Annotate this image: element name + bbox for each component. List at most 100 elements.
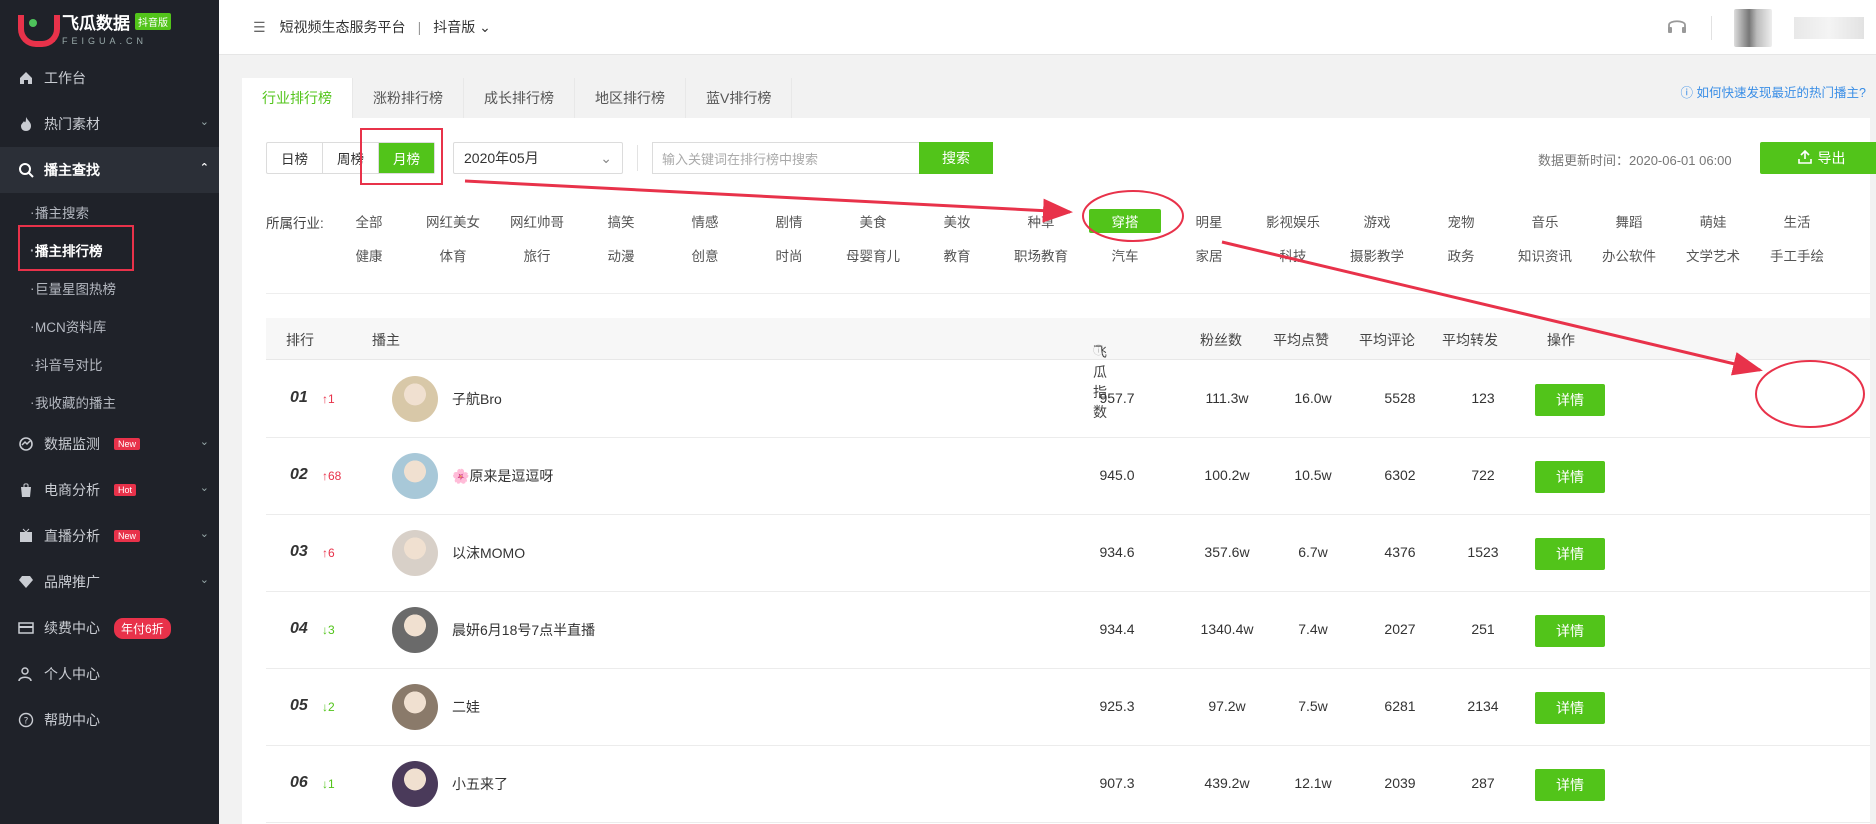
industry-option[interactable]: 汽车 bbox=[1083, 243, 1167, 267]
rank-number: 06 bbox=[290, 774, 308, 791]
detail-button[interactable]: 详情 bbox=[1535, 461, 1605, 493]
avatar[interactable] bbox=[392, 684, 438, 730]
industry-option[interactable]: 教育 bbox=[915, 243, 999, 267]
sidebar-item-ecommerce[interactable]: 电商分析 Hot ⌄ bbox=[0, 467, 219, 513]
industry-option[interactable]: 健康 bbox=[327, 243, 411, 267]
industry-option[interactable]: 政务 bbox=[1419, 243, 1503, 267]
menu-toggle-icon[interactable]: ☰ bbox=[253, 19, 266, 36]
industry-option[interactable]: 情感 bbox=[663, 209, 747, 233]
avatar[interactable] bbox=[392, 453, 438, 499]
industry-option[interactable]: 舞蹈 bbox=[1587, 209, 1671, 233]
sub-item-streamer-ranking[interactable]: 播主排行榜 bbox=[0, 231, 219, 269]
streamer-name[interactable]: 小五来了 bbox=[452, 774, 508, 794]
tab-fans-growth-ranking[interactable]: 涨粉排行榜 bbox=[353, 78, 464, 118]
industry-option[interactable]: 时尚 bbox=[747, 243, 831, 267]
industry-option[interactable]: 知识资讯 bbox=[1503, 243, 1587, 267]
sub-item-star-map[interactable]: 巨量星图热榜 bbox=[0, 269, 219, 307]
detail-button[interactable]: 详情 bbox=[1535, 384, 1605, 416]
avatar[interactable] bbox=[392, 607, 438, 653]
table-row: 03 ↑6 以沫MOMO 934.6 357.6w 6.7w 4376 1523 详情 bbox=[266, 515, 1870, 592]
live-icon bbox=[18, 528, 34, 544]
industry-option[interactable]: 网红美女 bbox=[411, 209, 495, 233]
avatar[interactable] bbox=[392, 761, 438, 807]
industry-option[interactable]: 美食 bbox=[831, 209, 915, 233]
version-dropdown[interactable]: 抖音版 ⌄ bbox=[433, 17, 491, 37]
industry-option[interactable]: 旅行 bbox=[495, 243, 579, 267]
industry-option[interactable]: 萌娃 bbox=[1671, 209, 1755, 233]
sidebar-item-hot-material[interactable]: 热门素材 ⌄ bbox=[0, 101, 219, 147]
industry-option[interactable]: 网红帅哥 bbox=[495, 209, 579, 233]
streamer-name[interactable]: 二娃 bbox=[452, 697, 480, 717]
industry-option[interactable]: 全部 bbox=[327, 209, 411, 233]
industry-option[interactable]: 剧情 bbox=[747, 209, 831, 233]
industry-option[interactable]: 科技 bbox=[1251, 243, 1335, 267]
search-icon bbox=[18, 162, 34, 178]
comments-value: 6302 bbox=[1384, 467, 1416, 483]
industry-option[interactable]: 创意 bbox=[663, 243, 747, 267]
headset-icon[interactable] bbox=[1665, 14, 1689, 41]
industry-option[interactable]: 影视娱乐 bbox=[1251, 209, 1335, 233]
help-link[interactable]: ⓘ 如何快速发现最近的热门播主? bbox=[1681, 82, 1866, 101]
streamer-name[interactable]: 晨妍6月18号7点半直播 bbox=[452, 620, 595, 640]
industry-option[interactable]: 游戏 bbox=[1335, 209, 1419, 233]
sub-item-favorites[interactable]: 我收藏的播主 bbox=[0, 383, 219, 421]
search-button[interactable]: 搜索 bbox=[919, 142, 993, 174]
streamer-name[interactable]: 🌸原来是逗逗呀 bbox=[452, 466, 553, 486]
sidebar-item-streamer-search[interactable]: 播主查找 ⌃ bbox=[0, 147, 219, 193]
search-input[interactable]: 输入关键词在排行榜中搜索 bbox=[652, 142, 919, 174]
sub-item-compare[interactable]: 抖音号对比 bbox=[0, 345, 219, 383]
sidebar-item-live[interactable]: 直播分析 New ⌄ bbox=[0, 513, 219, 559]
sidebar-item-label: 品牌推广 bbox=[44, 574, 100, 590]
tab-region-ranking[interactable]: 地区排行榜 bbox=[575, 78, 686, 118]
industry-option[interactable]: 摄影教学 bbox=[1335, 243, 1419, 267]
tab-growth-ranking[interactable]: 成长排行榜 bbox=[464, 78, 575, 118]
sidebar-item-brand[interactable]: 品牌推广 ⌄ bbox=[0, 559, 219, 605]
sidebar-item-monitor[interactable]: 数据监测 New ⌄ bbox=[0, 421, 219, 467]
industry-option[interactable]: 动漫 bbox=[579, 243, 663, 267]
month-select[interactable]: 2020年05月 ⌄ bbox=[453, 142, 623, 174]
detail-button[interactable]: 详情 bbox=[1535, 538, 1605, 570]
detail-button[interactable]: 详情 bbox=[1535, 769, 1605, 801]
rank-trend: ↓2 bbox=[322, 700, 335, 714]
streamer-name[interactable]: 子航Bro bbox=[452, 389, 502, 409]
industry-option[interactable]: 明星 bbox=[1167, 209, 1251, 233]
industry-option[interactable]: 家居 bbox=[1167, 243, 1251, 267]
industry-option[interactable]: 文学艺术 bbox=[1671, 243, 1755, 267]
detail-button[interactable]: 详情 bbox=[1535, 692, 1605, 724]
period-day[interactable]: 日榜 bbox=[267, 143, 323, 173]
industry-option[interactable]: 体育 bbox=[411, 243, 495, 267]
sidebar-item-help[interactable]: ? 帮助中心 bbox=[0, 697, 219, 743]
industry-option[interactable]: 生活 bbox=[1755, 209, 1839, 233]
industry-option[interactable]: 母婴育儿 bbox=[831, 243, 915, 267]
tab-bluev-ranking[interactable]: 蓝V排行榜 bbox=[686, 78, 793, 118]
user-name-blurred[interactable] bbox=[1794, 16, 1864, 39]
industry-option[interactable]: 美妆 bbox=[915, 209, 999, 233]
logo-subtitle: FEIGUA.CN bbox=[62, 36, 148, 46]
tab-industry-ranking[interactable]: 行业排行榜 bbox=[242, 78, 353, 118]
sidebar-item-renewal[interactable]: 续费中心 年付6折 bbox=[0, 605, 219, 651]
export-button[interactable]: 导出 bbox=[1760, 142, 1876, 174]
sidebar-item-workspace[interactable]: 工作台 bbox=[0, 55, 219, 101]
sub-item-mcn[interactable]: MCN资料库 bbox=[0, 307, 219, 345]
fans-value: 357.6w bbox=[1204, 544, 1250, 560]
period-week[interactable]: 周榜 bbox=[323, 143, 379, 173]
new-badge: New bbox=[114, 438, 141, 450]
avatar[interactable] bbox=[392, 376, 438, 422]
period-month[interactable]: 月榜 bbox=[379, 143, 434, 173]
logo[interactable]: 飞瓜数据 抖音版 FEIGUA.CN bbox=[0, 0, 219, 55]
detail-button[interactable]: 详情 bbox=[1535, 615, 1605, 647]
streamer-name[interactable]: 以沫MOMO bbox=[452, 543, 525, 563]
industry-option[interactable]: 手工手绘 bbox=[1755, 243, 1839, 267]
sidebar-item-personal[interactable]: 个人中心 bbox=[0, 651, 219, 697]
user-avatar[interactable] bbox=[1734, 8, 1772, 47]
industry-option[interactable]: 搞笑 bbox=[579, 209, 663, 233]
industry-option[interactable]: 穿搭 bbox=[1089, 209, 1161, 233]
user-icon bbox=[18, 666, 34, 682]
industry-option[interactable]: 办公软件 bbox=[1587, 243, 1671, 267]
sub-item-streamer-search[interactable]: 播主搜索 bbox=[0, 193, 219, 231]
industry-option[interactable]: 宠物 bbox=[1419, 209, 1503, 233]
industry-option[interactable]: 种草 bbox=[999, 209, 1083, 233]
industry-option[interactable]: 职场教育 bbox=[999, 243, 1083, 267]
industry-option[interactable]: 音乐 bbox=[1503, 209, 1587, 233]
avatar[interactable] bbox=[392, 530, 438, 576]
